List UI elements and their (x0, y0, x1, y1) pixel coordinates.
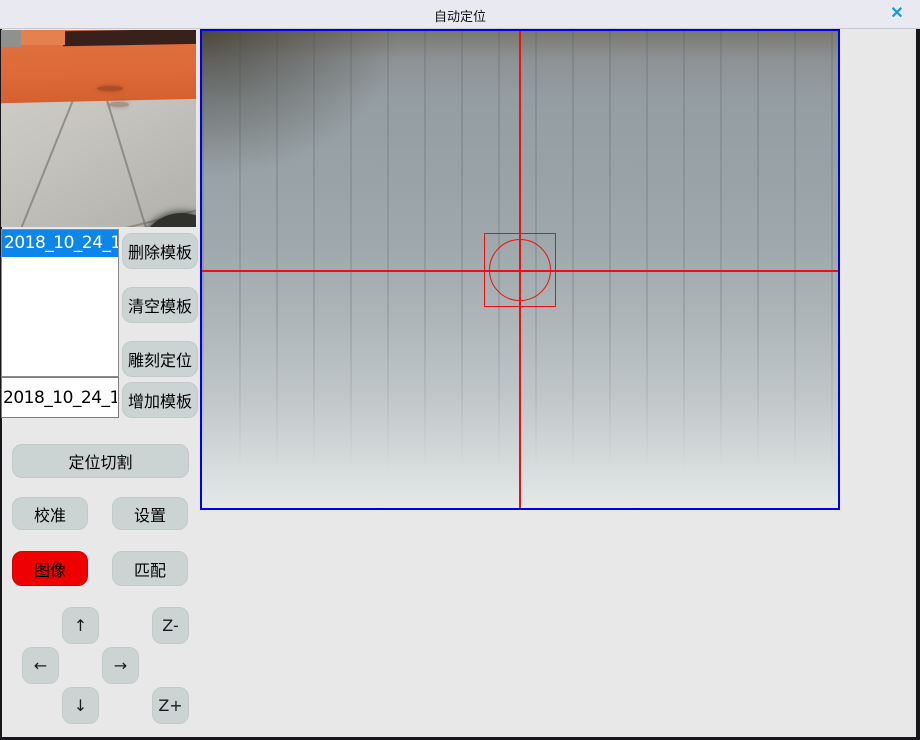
preview-gray-block (1, 30, 21, 47)
delete-template-button[interactable]: 删除模板 (122, 233, 198, 269)
match-region-circle (489, 239, 551, 301)
match-button[interactable]: 匹配 (112, 551, 188, 586)
preview-dark-blob (139, 213, 196, 227)
image-button[interactable]: 图像 (12, 551, 88, 586)
preview-dark-strip (63, 30, 196, 46)
template-name-input[interactable] (1, 377, 119, 418)
jog-up-button[interactable]: ↑ (62, 607, 99, 644)
z-minus-button[interactable]: Z- (152, 607, 189, 644)
settings-button[interactable]: 设置 (112, 497, 188, 530)
position-cut-button[interactable]: 定位切割 (12, 444, 189, 478)
template-list[interactable]: 2018_10_24_11 (1, 229, 119, 377)
preview-light-orange-block (21, 30, 65, 45)
close-icon[interactable]: ✕ (884, 3, 910, 25)
template-preview-image (1, 30, 196, 227)
preview-tile-line (104, 93, 148, 227)
template-list-item[interactable]: 2018_10_24_11 (2, 230, 118, 257)
title-bar: 自动定位 ✕ (0, 0, 920, 29)
calibrate-button[interactable]: 校准 (12, 497, 88, 530)
auto-position-window: 自动定位 ✕ 2018_10_24_11 删除模板 清空模板 雕刻定位 增加模板… (0, 0, 920, 740)
preview-tile-line (19, 93, 76, 227)
window-title: 自动定位 (0, 6, 920, 25)
engrave-position-button[interactable]: 雕刻定位 (122, 341, 198, 377)
z-plus-button[interactable]: Z+ (152, 687, 189, 724)
clear-templates-button[interactable]: 清空模板 (122, 287, 198, 323)
preview-smudge (97, 86, 123, 91)
add-template-button[interactable]: 增加模板 (122, 382, 198, 418)
camera-view[interactable] (200, 29, 840, 510)
jog-down-button[interactable]: ↓ (62, 687, 99, 724)
preview-smudge (109, 102, 129, 107)
jog-right-button[interactable]: → (102, 647, 139, 684)
jog-left-button[interactable]: ← (22, 647, 59, 684)
